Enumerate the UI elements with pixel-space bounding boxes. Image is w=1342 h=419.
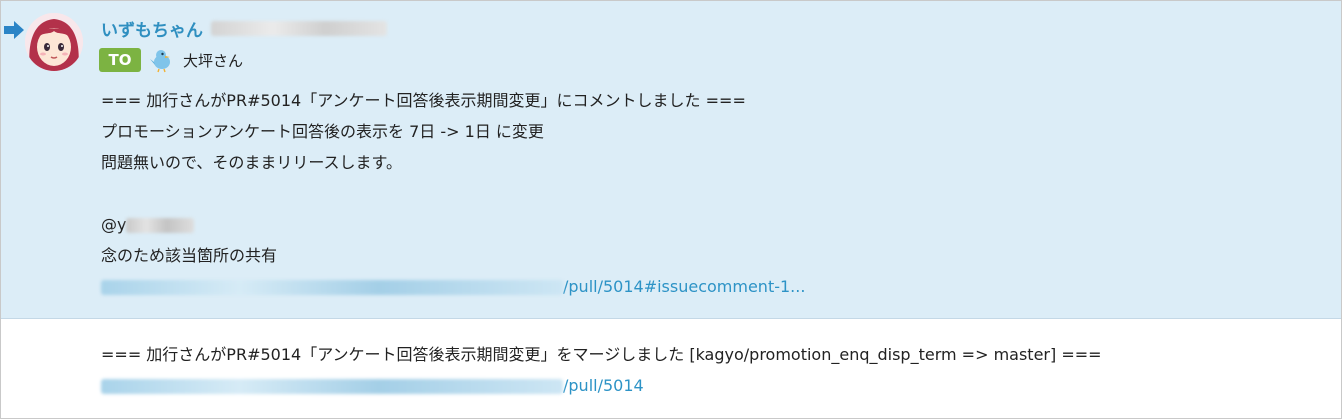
message-highlighted: いずもちゃん TO 大坪さん === 加行さんがPR#5014「アンケート回答後… (1, 1, 1341, 319)
message-header: いずもちゃん (101, 15, 387, 41)
anime-girl-avatar (25, 13, 83, 71)
message-line: 念のため該当箇所の共有 (101, 246, 278, 265)
sender-meta-redacted (211, 20, 387, 36)
message-body: === 加行さんがPR#5014「アンケート回答後表示期間変更」をマージしました… (101, 339, 1331, 401)
message-line: 問題無いので、そのままリリースします。 (101, 153, 402, 172)
link-redacted (101, 280, 563, 295)
link-text[interactable]: /pull/5014#issuecomment-1... (563, 277, 805, 296)
mention-redacted (126, 218, 195, 233)
blue-bird-icon (150, 50, 170, 73)
to-row: TO 大坪さん (99, 47, 243, 73)
message-line: === 加行さんがPR#5014「アンケート回答後表示期間変更」にコメントしまし… (101, 91, 746, 110)
link-text[interactable]: /pull/5014 (563, 376, 644, 395)
recipient-name: 大坪さん (183, 51, 244, 70)
to-badge: TO (99, 48, 141, 72)
message-line: === 加行さんがPR#5014「アンケート回答後表示期間変更」をマージしました… (101, 345, 1102, 364)
pr-comment-link[interactable]: /pull/5014#issuecomment-1... (101, 271, 1301, 302)
message-body: === 加行さんがPR#5014「アンケート回答後表示期間変更」にコメントしまし… (101, 85, 1301, 302)
message-line: プロモーションアンケート回答後の表示を 7日 -> 1日 に変更 (101, 122, 544, 141)
message-line (101, 178, 1301, 209)
mention-text[interactable]: @y (101, 215, 126, 234)
sender-name[interactable]: いずもちゃん (101, 16, 203, 41)
arrow-right-icon (4, 21, 24, 39)
sender-avatar[interactable] (25, 13, 83, 71)
chat-timeline: いずもちゃん TO 大坪さん === 加行さんがPR#5014「アンケート回答後… (0, 0, 1342, 419)
link-redacted (101, 379, 563, 394)
pr-link[interactable]: /pull/5014 (101, 370, 1331, 401)
mention-line: @y (101, 209, 1301, 240)
